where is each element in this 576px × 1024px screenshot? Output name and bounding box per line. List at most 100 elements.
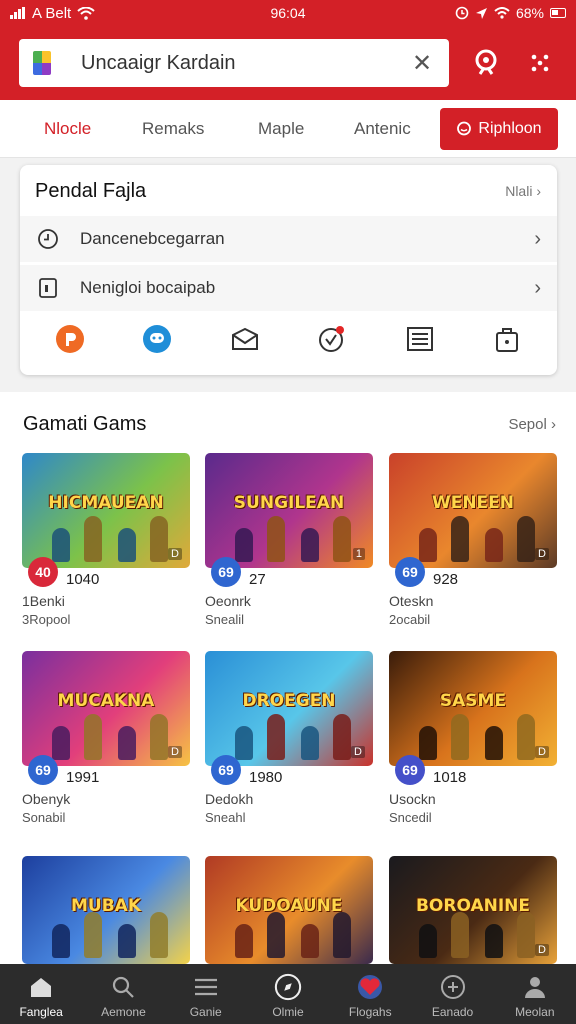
game-tag: D bbox=[535, 944, 549, 956]
search-bar[interactable]: Uncaaigr Kardain ✕ bbox=[19, 39, 449, 87]
game-tag: D bbox=[535, 746, 549, 758]
game-thumbnail[interactable]: SUNGILEAN 1 bbox=[205, 453, 373, 568]
game-thumbnail[interactable]: HICMAUEAN D bbox=[22, 453, 190, 568]
nav-search[interactable]: Aemone bbox=[82, 964, 164, 1024]
game-name: Oeonrk bbox=[205, 593, 251, 609]
app-header: Uncaaigr Kardain ✕ bbox=[0, 26, 576, 100]
character-figure bbox=[52, 924, 70, 958]
card-row-dancenebcegarran[interactable]: Dancenebcegarran › bbox=[20, 216, 557, 262]
signal-icon bbox=[10, 7, 25, 19]
game-card[interactable]: MUCAKNA D 69 1991 Obenyk Sonabil bbox=[22, 651, 190, 831]
character-figure bbox=[451, 714, 469, 760]
riphloon-button[interactable]: Riphloon bbox=[440, 108, 558, 150]
game-thumbnail[interactable]: WENEEN D bbox=[389, 453, 557, 568]
game-name: Dedokh bbox=[205, 791, 254, 807]
game-art-title: SASME bbox=[439, 691, 507, 711]
game-badge: 69 bbox=[395, 755, 425, 785]
tab-maple[interactable]: Maple bbox=[258, 119, 304, 139]
battery-icon bbox=[550, 8, 566, 18]
game-tag: 1 bbox=[352, 548, 365, 560]
game-thumbnail[interactable]: KUDOAUNE bbox=[205, 856, 373, 964]
character-figure bbox=[235, 726, 253, 760]
game-thumbnail[interactable]: SASME D bbox=[389, 651, 557, 766]
search-icon bbox=[475, 49, 497, 75]
document-icon bbox=[36, 276, 60, 300]
notification-icon[interactable] bbox=[315, 322, 349, 356]
tab-antenic[interactable]: Antenic bbox=[354, 119, 411, 139]
tab-nlocle[interactable]: Nlocle bbox=[44, 119, 91, 139]
character-figure bbox=[333, 714, 351, 760]
character-figure bbox=[118, 726, 136, 760]
game-card[interactable]: SASME D 69 1018 Usockn Sncedil bbox=[389, 651, 557, 831]
nav-label: Fanglea bbox=[19, 1005, 63, 1019]
game-card[interactable]: HICMAUEAN D 40 1040 1Benki 3Ropool bbox=[22, 453, 190, 633]
nav-profile[interactable]: Meolan bbox=[494, 964, 576, 1024]
game-card[interactable]: BOROANINE D bbox=[389, 856, 557, 964]
nav-home[interactable]: Fanglea bbox=[0, 964, 82, 1024]
game-thumbnail[interactable]: DROEGEN D bbox=[205, 651, 373, 766]
game-rating: 1018 bbox=[433, 769, 467, 786]
character-figure bbox=[419, 726, 437, 760]
game-card[interactable]: KUDOAUNE bbox=[205, 856, 373, 964]
character-figure bbox=[118, 924, 136, 958]
nav-label: Ganie bbox=[189, 1005, 222, 1019]
game-badge: 69 bbox=[28, 755, 58, 785]
chevron-right-icon: › bbox=[534, 227, 541, 250]
character-figure bbox=[150, 516, 168, 562]
character-figure bbox=[84, 516, 102, 562]
bag-icon[interactable] bbox=[490, 322, 524, 356]
mail-icon[interactable] bbox=[228, 322, 262, 356]
game-name: Usockn bbox=[389, 791, 436, 807]
game-subtitle: 3Ropool bbox=[22, 612, 71, 627]
discover-icon bbox=[439, 973, 467, 1001]
nav-favorites[interactable]: Flogahs bbox=[329, 964, 411, 1024]
game-name: Obenyk bbox=[22, 791, 71, 807]
game-tag: D bbox=[168, 548, 182, 560]
game-art-title: MUCAKNA bbox=[57, 691, 155, 711]
nav-compass[interactable]: Olmie bbox=[247, 964, 329, 1024]
game-subtitle: Sncedil bbox=[389, 810, 432, 825]
search-button[interactable] bbox=[462, 39, 510, 87]
carrier-label: A Belt bbox=[32, 4, 72, 22]
list-icon[interactable] bbox=[403, 322, 437, 356]
game-card[interactable]: WENEEN D 69 928 Oteskn 2ocabil bbox=[389, 453, 557, 633]
more-button[interactable] bbox=[516, 39, 564, 87]
heart-icon bbox=[356, 973, 384, 1001]
tab-remaks[interactable]: Remaks bbox=[142, 119, 204, 139]
card-row-label: Nenigloi bocaipab bbox=[80, 278, 216, 297]
search-input[interactable]: Uncaaigr Kardain bbox=[81, 52, 409, 75]
chevron-right-icon: › bbox=[534, 276, 541, 299]
game-tag: D bbox=[535, 548, 549, 560]
game-art-title: KUDOAUNE bbox=[235, 896, 343, 916]
game-tag: D bbox=[351, 746, 365, 758]
game-thumbnail[interactable]: MUBAK bbox=[22, 856, 190, 964]
assistant-icon[interactable] bbox=[140, 322, 174, 356]
character-figure bbox=[267, 516, 285, 562]
location-icon bbox=[475, 7, 487, 19]
game-thumbnail[interactable]: MUCAKNA D bbox=[22, 651, 190, 766]
game-thumbnail[interactable]: BOROANINE D bbox=[389, 856, 557, 964]
podcast-icon[interactable] bbox=[53, 322, 87, 356]
game-card[interactable]: DROEGEN D 69 1980 Dedokh Sneahl bbox=[205, 651, 373, 831]
card-more-link[interactable]: Nlali › bbox=[505, 183, 541, 199]
nav-label: Aemone bbox=[101, 1005, 146, 1019]
game-art-title: SUNGILEAN bbox=[233, 493, 345, 513]
nav-menu[interactable]: Ganie bbox=[165, 964, 247, 1024]
game-art-title: HICMAUEAN bbox=[48, 493, 164, 513]
character-figure bbox=[52, 528, 70, 562]
game-subtitle: 2ocabil bbox=[389, 612, 431, 627]
game-rating: 928 bbox=[433, 571, 459, 588]
character-figure bbox=[517, 912, 535, 958]
close-icon[interactable]: ✕ bbox=[409, 49, 435, 78]
wifi-status-icon bbox=[494, 7, 510, 19]
character-figure bbox=[84, 714, 102, 760]
section-more-link[interactable]: Sepol › bbox=[508, 416, 556, 433]
game-card[interactable]: SUNGILEAN 1 69 27 Oeonrk Snealil bbox=[205, 453, 373, 633]
status-bar: A Belt 96:04 68% bbox=[0, 0, 576, 26]
card-row-nenigloi[interactable]: Nenigloi bocaipab › bbox=[20, 265, 557, 311]
nav-discover[interactable]: Eanado bbox=[411, 964, 493, 1024]
character-figure bbox=[52, 726, 70, 760]
game-card[interactable]: MUBAK bbox=[22, 856, 190, 964]
game-art-title: WENEEN bbox=[431, 493, 515, 513]
character-figure bbox=[267, 714, 285, 760]
